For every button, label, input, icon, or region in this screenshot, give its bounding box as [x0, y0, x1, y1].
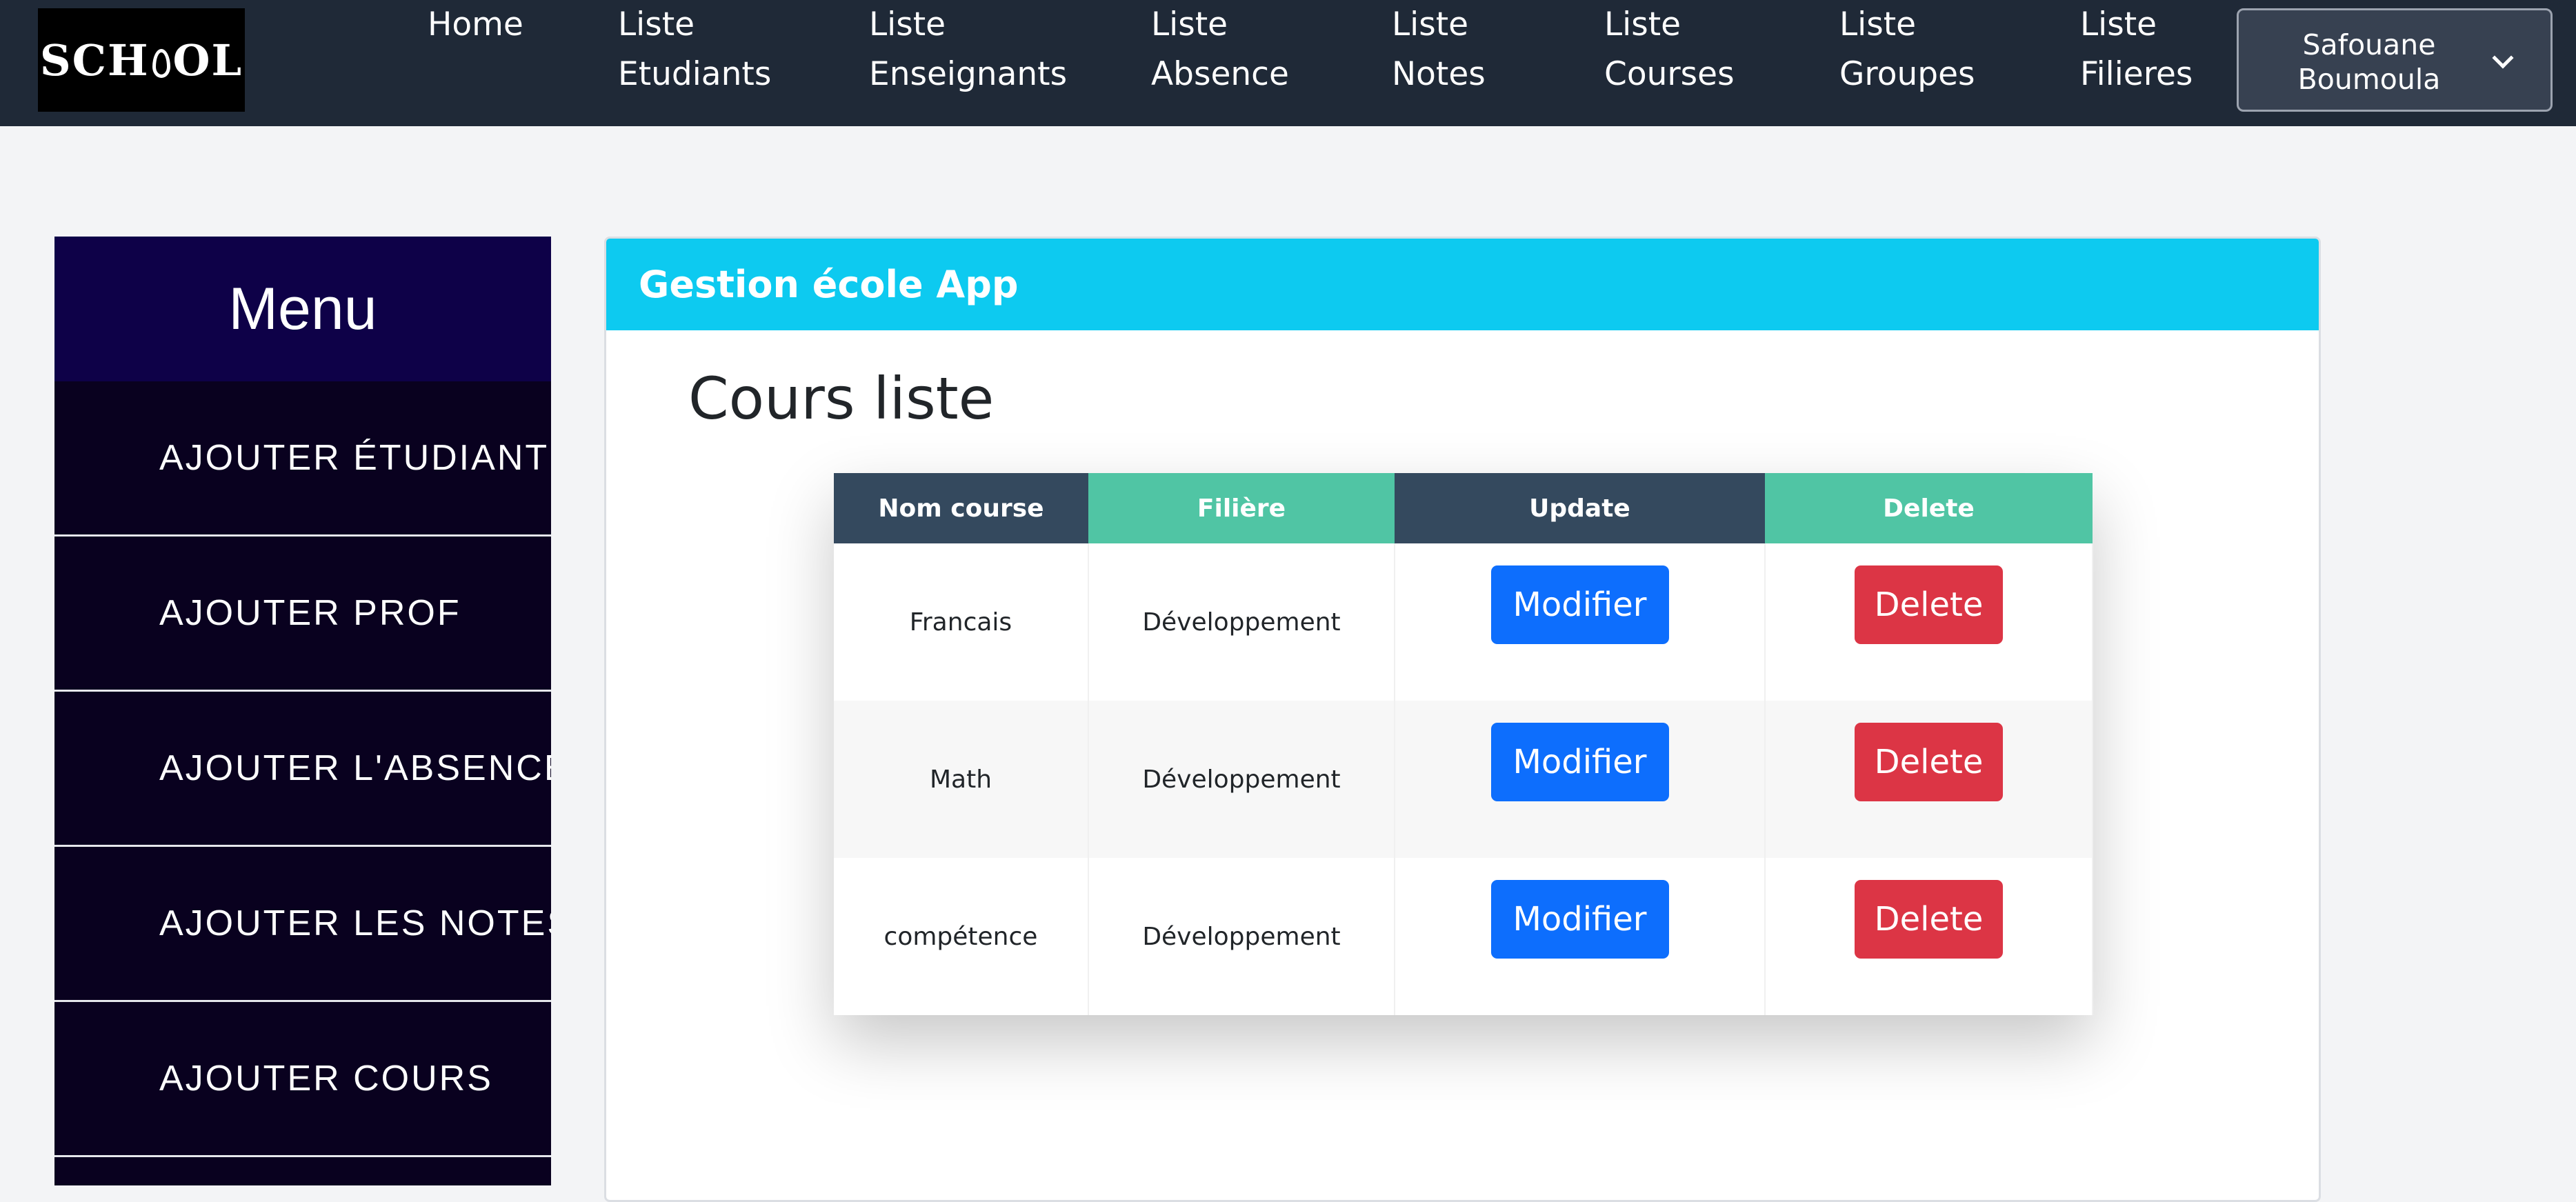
- sidebar-item-ajouter-etudiant[interactable]: AJOUTER ÉTUDIANT: [54, 381, 551, 537]
- column-header-update: Update: [1395, 473, 1765, 543]
- school-logo[interactable]: SCH OL: [38, 8, 245, 112]
- nav-liste-courses[interactable]: Liste Courses: [1604, 0, 1735, 99]
- nav-liste-enseignants[interactable]: Liste Enseignants: [869, 0, 1067, 99]
- cell-update: Modifier: [1395, 701, 1766, 858]
- card-header: Gestion école App: [606, 239, 2319, 330]
- chevron-down-icon: [2492, 47, 2514, 69]
- column-header-delete: Delete: [1765, 473, 2093, 543]
- nav-liste-etudiants[interactable]: Liste Etudiants: [618, 0, 771, 99]
- delete-button[interactable]: Delete: [1855, 723, 2003, 801]
- nav-liste-filieres[interactable]: Liste Filieres: [2080, 0, 2193, 99]
- cell-filiere: Développement: [1088, 858, 1395, 1015]
- table-row: Francais Développement Modifier Delete: [834, 543, 2093, 701]
- delete-button[interactable]: Delete: [1855, 565, 2003, 644]
- cell-nom-course: compétence: [834, 858, 1089, 1015]
- cell-filiere: Développement: [1088, 701, 1395, 858]
- courses-table: Nom course Filière Update Delete Francai…: [834, 473, 2093, 1015]
- cell-nom-course: Math: [834, 701, 1089, 858]
- table-row: Math Développement Modifier Delete: [834, 701, 2093, 858]
- cell-delete: Delete: [1765, 543, 2093, 701]
- column-header-nom-course: Nom course: [834, 473, 1088, 543]
- sidebar: Menu AJOUTER ÉTUDIANT AJOUTER PROF AJOUT…: [54, 237, 551, 1185]
- modifier-button[interactable]: Modifier: [1490, 723, 1669, 801]
- sidebar-item-ajouter-absence[interactable]: AJOUTER L'ABSENCE: [54, 692, 551, 847]
- table-header-row: Nom course Filière Update Delete: [834, 473, 2093, 543]
- delete-button[interactable]: Delete: [1855, 880, 2003, 959]
- sidebar-item-ajouter-notes[interactable]: AJOUTER LES NOTES: [54, 847, 551, 1002]
- user-name: Safouane Boumoula: [2297, 28, 2441, 96]
- cell-filiere: Développement: [1088, 543, 1395, 701]
- cell-update: Modifier: [1395, 543, 1766, 701]
- main-card: Gestion école App Cours liste Nom course…: [604, 237, 2321, 1202]
- drop-icon: [152, 48, 170, 78]
- nav-home[interactable]: Home: [428, 0, 523, 50]
- sidebar-item-ajouter-cours[interactable]: AJOUTER COURS: [54, 1002, 551, 1157]
- table-row: compétence Développement Modifier Delete: [834, 858, 2093, 1015]
- cell-update: Modifier: [1395, 858, 1766, 1015]
- cell-nom-course: Francais: [834, 543, 1089, 701]
- nav-liste-groupes[interactable]: Liste Groupes: [1839, 0, 1975, 99]
- top-navbar: SCH OL Home Liste Etudiants Liste Enseignan…: [0, 0, 2576, 126]
- cell-delete: Delete: [1765, 858, 2093, 1015]
- nav-liste-absence[interactable]: Liste Absence: [1151, 0, 1289, 99]
- modifier-button[interactable]: Modifier: [1490, 880, 1669, 959]
- page-title: Cours liste: [688, 365, 995, 432]
- cell-delete: Delete: [1765, 701, 2093, 858]
- user-dropdown[interactable]: Safouane Boumoula: [2237, 8, 2553, 112]
- logo-text: SCH OL: [39, 34, 243, 86]
- sidebar-item-ajouter-prof[interactable]: AJOUTER PROF: [54, 537, 551, 692]
- column-header-filiere: Filière: [1088, 473, 1395, 543]
- nav-liste-notes[interactable]: Liste Notes: [1392, 0, 1486, 99]
- modifier-button[interactable]: Modifier: [1490, 565, 1669, 644]
- sidebar-title: Menu: [54, 237, 551, 381]
